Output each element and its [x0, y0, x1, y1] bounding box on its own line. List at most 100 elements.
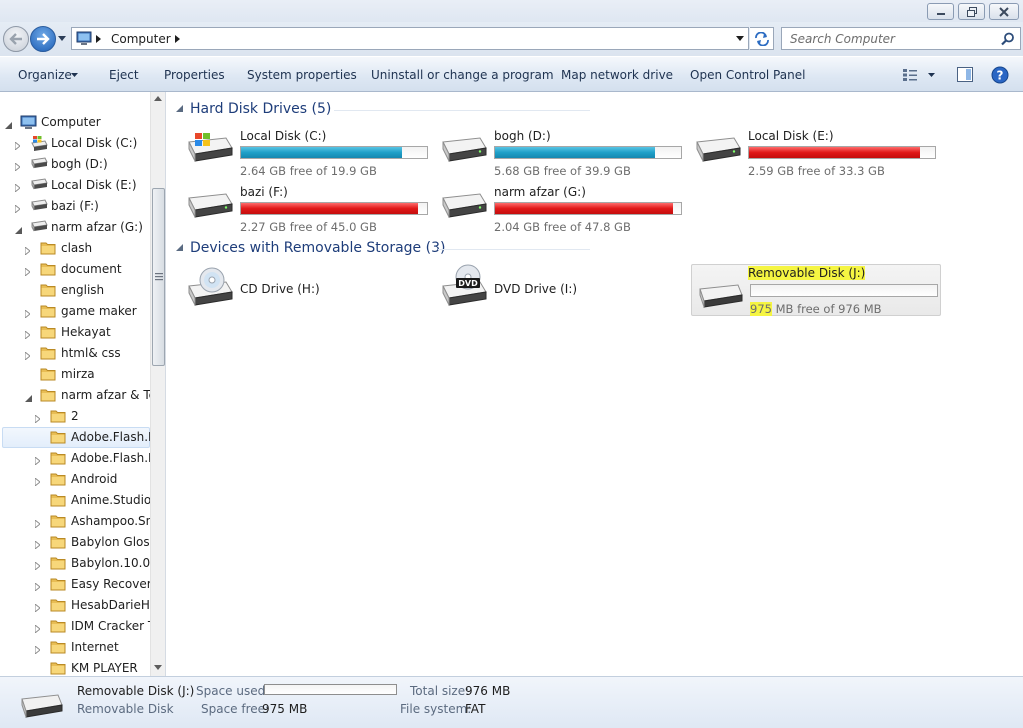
drive-tile-narm-afzar-g[interactable]: narm afzar (G:) 2.04 GB free of 47.8 GB	[440, 182, 690, 234]
collapse-arrow-icon[interactable]	[25, 391, 32, 405]
tree-item-babylon-10-0-2[interactable]: Babylon.10.0.2	[0, 553, 150, 574]
tree-item-android[interactable]: Android	[0, 469, 150, 490]
tree-item-narm-afzar-g[interactable]: narm afzar (G:)	[0, 217, 150, 238]
tree-item-local-disk-c[interactable]: Local Disk (C:)	[0, 133, 150, 154]
group-header-removable-storage[interactable]: Devices with Removable Storage (3)	[190, 240, 445, 256]
tree-item-km-player[interactable]: KM PLAYER	[0, 658, 150, 676]
drive-tile-bazi-f[interactable]: bazi (F:) 2.27 GB free of 45.0 GB	[186, 182, 436, 234]
navigation-scrollbar[interactable]	[150, 92, 165, 676]
collapse-arrow-icon[interactable]	[5, 118, 12, 132]
tree-item-2[interactable]: 2	[0, 406, 150, 427]
tree-item-hesabdarieholoo[interactable]: HesabDarieHoloo	[0, 595, 150, 616]
recent-pages-chevron-down-icon[interactable]	[58, 36, 66, 41]
tree-item-local-disk-e[interactable]: Local Disk (E:)	[0, 175, 150, 196]
collapse-group-icon[interactable]	[176, 244, 183, 251]
expand-arrow-icon[interactable]	[34, 580, 41, 594]
drive-tile-local-disk-e[interactable]: Local Disk (E:) 2.59 GB free of 33.3 GB	[694, 126, 944, 178]
scroll-up-arrow-icon[interactable]	[154, 96, 162, 101]
expand-arrow-icon[interactable]	[34, 559, 41, 573]
tree-item-hekayat[interactable]: Hekayat	[0, 322, 150, 343]
refresh-button[interactable]	[750, 27, 774, 50]
expand-arrow-icon[interactable]	[14, 160, 21, 174]
tree-item-english[interactable]: english	[0, 280, 150, 301]
breadcrumb-computer[interactable]: Computer	[111, 32, 171, 46]
address-field[interactable]: Computer	[71, 27, 749, 50]
uninstall-program-button[interactable]: Uninstall or change a program	[371, 68, 554, 82]
removable-disk-icon	[21, 694, 63, 718]
tree-item-bazi-f[interactable]: bazi (F:)	[0, 196, 150, 217]
search-icon[interactable]	[1001, 32, 1015, 46]
expand-arrow-icon[interactable]	[34, 517, 41, 531]
expand-arrow-icon[interactable]	[34, 643, 41, 657]
tree-item-bogh-d[interactable]: bogh (D:)	[0, 154, 150, 175]
tree-item-easy-recovery[interactable]: Easy Recovery	[0, 574, 150, 595]
help-icon[interactable]: ?	[991, 66, 1009, 84]
drive-tile-local-disk-c[interactable]: Local Disk (C:) 2.64 GB free of 19.9 GB	[186, 126, 436, 178]
tree-item-adobe-flash-professional[interactable]: Adobe.Flash.Professional	[0, 448, 150, 469]
scrollbar-thumb[interactable]	[152, 188, 165, 366]
expand-arrow-icon[interactable]	[34, 538, 41, 552]
tree-item-game-maker[interactable]: game maker	[0, 301, 150, 322]
expand-arrow-icon[interactable]	[24, 265, 31, 279]
expand-arrow-icon[interactable]	[34, 412, 41, 426]
tree-item-internet[interactable]: Internet	[0, 637, 150, 658]
expand-arrow-icon[interactable]	[14, 139, 21, 153]
expand-arrow-icon[interactable]	[24, 244, 31, 258]
restore-button[interactable]	[958, 3, 985, 20]
search-input[interactable]	[782, 28, 992, 49]
expand-arrow-icon[interactable]	[24, 307, 31, 321]
tree-item-label: KM PLAYER	[71, 661, 138, 675]
expand-arrow-icon[interactable]	[34, 475, 41, 489]
tree-item-babylon-glossary[interactable]: Babylon Glossary	[0, 532, 150, 553]
group-header-hard-disk-drives[interactable]: Hard Disk Drives (5)	[190, 101, 331, 117]
back-button[interactable]	[3, 26, 29, 52]
drive-tile-bogh-d[interactable]: bogh (D:) 5.68 GB free of 39.9 GB	[440, 126, 690, 178]
expand-arrow-icon[interactable]	[34, 601, 41, 615]
hard-drive-icon	[30, 178, 48, 193]
chevron-down-icon[interactable]	[928, 73, 935, 77]
expand-arrow-icon[interactable]	[34, 454, 41, 468]
collapse-group-icon[interactable]	[176, 105, 183, 112]
tree-item-anime-studio-pro[interactable]: Anime.Studio.Pro	[0, 490, 150, 511]
tree-item-mirza[interactable]: mirza	[0, 364, 150, 385]
tree-item-label: Babylon Glossary	[71, 535, 150, 549]
device-tile-dvd-drive-i[interactable]: DVD DVD Drive (I:)	[440, 264, 690, 316]
properties-button[interactable]: Properties	[164, 68, 225, 82]
expand-arrow-icon[interactable]	[14, 181, 21, 195]
map-network-drive-button[interactable]: Map network drive	[561, 68, 673, 82]
close-button[interactable]	[989, 3, 1019, 20]
forward-button[interactable]	[30, 26, 56, 52]
tree-item-clash[interactable]: clash	[0, 238, 150, 259]
tree-item-adobe-flash-player[interactable]: Adobe.Flash.Player	[0, 427, 150, 448]
eject-button[interactable]: Eject	[109, 68, 139, 82]
change-view-icon[interactable]	[902, 68, 918, 82]
system-properties-button[interactable]: System properties	[247, 68, 357, 82]
drive-usage-fill	[241, 147, 402, 158]
expand-arrow-icon[interactable]	[24, 349, 31, 363]
tree-item-label: html& css	[61, 346, 121, 360]
collapse-arrow-icon[interactable]	[15, 223, 22, 237]
expand-arrow-icon[interactable]	[14, 202, 21, 216]
device-tile-cd-drive-h[interactable]: CD Drive (H:)	[186, 264, 436, 316]
tree-item-document[interactable]: document	[0, 259, 150, 280]
tree-item-narm-afzar-teaching[interactable]: narm afzar & Teaching	[0, 385, 150, 406]
organize-button[interactable]: Organize	[18, 68, 72, 82]
preview-pane-icon[interactable]	[957, 67, 973, 82]
search-box[interactable]	[781, 27, 1021, 50]
chevron-right-icon[interactable]	[175, 35, 180, 43]
tree-item-ashampoo-snap[interactable]: Ashampoo.Snap	[0, 511, 150, 532]
chevron-right-icon[interactable]	[96, 35, 101, 43]
tree-item-html-css[interactable]: html& css	[0, 343, 150, 364]
scroll-down-arrow-icon[interactable]	[154, 665, 162, 670]
open-control-panel-button[interactable]: Open Control Panel	[690, 68, 805, 82]
tree-item-computer[interactable]: Computer	[0, 112, 150, 133]
expand-arrow-icon[interactable]	[34, 622, 41, 636]
chevron-down-icon[interactable]	[736, 36, 744, 41]
tree-item-idm-cracker-tool[interactable]: IDM Cracker Tool	[0, 616, 150, 637]
expand-arrow-icon[interactable]	[24, 328, 31, 342]
device-tile-removable-disk-j[interactable]: Removable Disk (J:) 975 MB free of 976 MB	[696, 264, 946, 316]
chevron-down-icon[interactable]	[71, 73, 78, 77]
title-bar	[0, 0, 1023, 22]
svg-text:DVD: DVD	[458, 279, 478, 288]
minimize-button[interactable]	[927, 3, 954, 20]
